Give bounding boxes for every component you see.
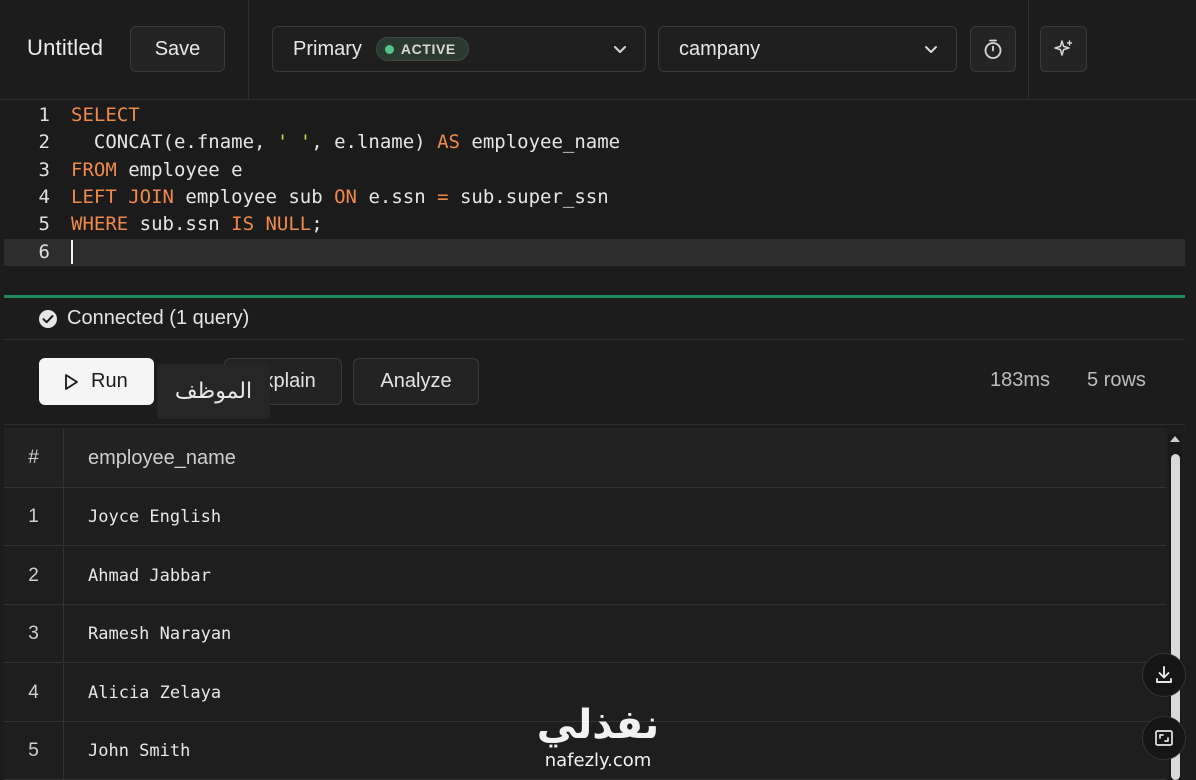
sql-keyword: = <box>437 185 449 208</box>
sql-text: CONCAT(e.fname, <box>71 131 277 154</box>
query-title[interactable]: Untitled <box>27 35 103 61</box>
run-label: Run <box>91 370 128 392</box>
watermark: نفذلي nafezly.com <box>518 700 678 772</box>
line-number: 4 <box>38 185 50 208</box>
line-number: 2 <box>38 131 50 154</box>
sql-keyword: ON <box>334 185 357 208</box>
watermark-arabic: نفذلي <box>536 702 660 748</box>
status-badge: ACTIVE <box>375 37 469 61</box>
sql-editor[interactable]: 1 SELECT 2 CONCAT(e.fname, ' ', e.lname) A… <box>4 101 1185 294</box>
code-text: LEFT JOIN employee sub ON e.ssn = sub.su… <box>71 184 609 211</box>
sql-keyword: AS <box>437 131 460 154</box>
cell-employee-name[interactable]: Joyce English <box>88 488 221 546</box>
top-toolbar: Untitled Save Primary ACTIVE campany <box>0 0 1196 100</box>
sparkle-icon <box>1053 40 1072 56</box>
sql-text: sub.super_ssn <box>448 185 609 208</box>
row-index: 1 <box>4 488 64 546</box>
row-count: 5 rows <box>1087 369 1146 391</box>
sql-text: ; <box>311 213 323 236</box>
sql-keyword: LEFT JOIN <box>71 185 174 208</box>
cell-employee-name[interactable]: Ramesh Narayan <box>88 605 231 663</box>
chevron-down-icon <box>614 46 626 53</box>
tooltip: الموظف <box>157 364 270 419</box>
sql-keyword: WHERE <box>71 213 129 236</box>
timer-button[interactable] <box>970 26 1016 72</box>
download-icon <box>1156 666 1172 683</box>
sql-text: sub.ssn <box>128 213 232 236</box>
sql-keyword: IS NULL <box>231 213 312 236</box>
toolbar-divider <box>1028 0 1029 100</box>
active-dot-icon <box>384 44 394 54</box>
row-index: 2 <box>4 546 64 605</box>
cell-employee-name[interactable]: Ahmad Jabbar <box>88 547 211 605</box>
status-badge-label: ACTIVE <box>400 41 456 57</box>
code-line[interactable]: 1 SELECT <box>4 102 1185 129</box>
column-header-index[interactable]: # <box>4 428 64 488</box>
table-row[interactable]: 2 Ahmad Jabbar <box>4 546 1166 605</box>
code-line[interactable]: 3 FROM employee e <box>4 157 1185 184</box>
connection-status: Connected (1 query) <box>4 298 1185 340</box>
status-text: Connected (1 query) <box>67 307 250 329</box>
sql-text: employee_name <box>459 131 621 154</box>
table-header: # employee_name <box>4 428 1166 488</box>
ai-assist-button[interactable] <box>1040 26 1087 72</box>
save-button[interactable]: Save <box>130 26 225 72</box>
database-name: campany <box>679 37 761 60</box>
stopwatch-icon <box>984 39 1002 59</box>
line-number: 5 <box>38 213 50 236</box>
sql-text: e.ssn <box>357 185 438 208</box>
chevron-down-icon <box>925 46 937 53</box>
action-bar: Run Explain Analyze الموظف 183ms 5 rows <box>4 341 1185 425</box>
sql-text: employee sub <box>173 185 335 208</box>
play-icon <box>65 373 78 390</box>
row-index: 3 <box>4 605 64 664</box>
connection-select[interactable]: Primary ACTIVE <box>272 26 646 72</box>
code-text: SELECT <box>71 102 140 129</box>
row-index: 4 <box>4 663 64 722</box>
query-duration: 183ms <box>990 369 1051 391</box>
cell-employee-name[interactable]: Alicia Zelaya <box>88 664 221 722</box>
row-index: 5 <box>4 722 64 780</box>
code-text: CONCAT(e.fname, ' ', e.lname) AS employe… <box>71 129 620 156</box>
check-circle-icon <box>39 309 57 328</box>
scroll-up-icon[interactable] <box>1170 436 1180 442</box>
line-number: 6 <box>38 240 50 263</box>
sql-string: ' ' <box>276 131 312 154</box>
code-line[interactable]: 5 WHERE sub.ssn IS NULL; <box>4 211 1185 238</box>
line-number: 3 <box>38 158 50 181</box>
line-number: 1 <box>38 104 50 126</box>
sql-keyword: FROM <box>71 158 117 181</box>
toolbar-divider <box>248 0 249 100</box>
expand-icon <box>1155 730 1173 746</box>
sql-text: employee e <box>116 158 243 181</box>
code-line[interactable]: 2 CONCAT(e.fname, ' ', e.lname) AS emplo… <box>4 129 1185 156</box>
cell-employee-name[interactable]: John Smith <box>88 722 190 780</box>
table-row[interactable]: 1 Joyce English <box>4 488 1166 546</box>
column-header-employee-name[interactable]: employee_name <box>88 428 236 488</box>
analyze-button[interactable]: Analyze <box>353 358 479 405</box>
run-button[interactable]: Run <box>39 358 154 405</box>
code-text: WHERE sub.ssn IS NULL; <box>71 211 323 238</box>
download-button[interactable] <box>1142 653 1186 697</box>
sql-text: , e.lname) <box>311 131 438 154</box>
table-row[interactable]: 3 Ramesh Narayan <box>4 605 1166 664</box>
code-line[interactable]: 6 <box>4 238 1185 266</box>
code-text: FROM employee e <box>71 157 243 184</box>
code-line[interactable]: 4 LEFT JOIN employee sub ON e.ssn = sub.s… <box>4 184 1185 211</box>
connection-name: Primary <box>293 37 362 60</box>
code-text <box>71 239 73 266</box>
watermark-latin: nafezly.com <box>544 750 652 771</box>
database-select[interactable]: campany <box>658 26 957 72</box>
expand-button[interactable] <box>1142 716 1186 760</box>
text-cursor <box>71 240 73 264</box>
sql-keyword: SELECT <box>71 104 140 126</box>
